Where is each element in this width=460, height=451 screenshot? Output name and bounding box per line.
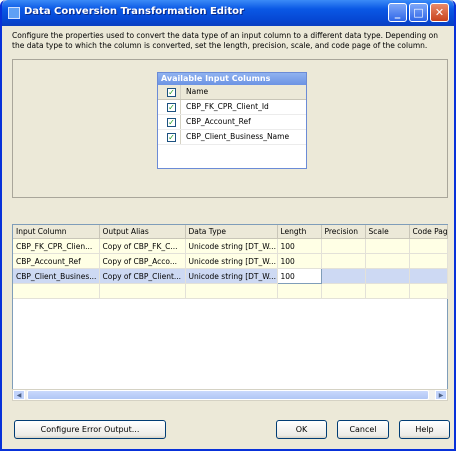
data-type-cell[interactable]: Unicode string [DT_W...	[185, 238, 278, 254]
column-name: CBP_FK_CPR_Client_Id	[186, 102, 269, 111]
precision-cell[interactable]	[321, 238, 366, 254]
available-header-row: ✓ Name	[158, 85, 306, 100]
code-page-cell[interactable]	[409, 238, 448, 254]
editor-window: Data Conversion Transformation Editor _ …	[0, 0, 456, 451]
scale-cell[interactable]	[365, 238, 410, 254]
available-column-item[interactable]: ✓ CBP_Account_Ref	[158, 115, 306, 130]
data-type-cell[interactable]: Unicode string [DT_W...	[185, 268, 278, 284]
length-cell[interactable]: 100	[277, 238, 322, 254]
available-columns-title: Available Input Columns	[158, 73, 306, 85]
empty-cell[interactable]	[99, 283, 186, 299]
title-bar[interactable]: Data Conversion Transformation Editor _ …	[2, 0, 454, 26]
scale-cell[interactable]	[365, 268, 410, 284]
column-checkbox[interactable]: ✓	[167, 118, 176, 127]
scroll-thumb[interactable]	[27, 390, 429, 400]
minimize-icon[interactable]: _	[388, 3, 407, 22]
column-header[interactable]: Precision	[321, 225, 366, 239]
table-row[interactable]: CBP_FK_CPR_Clien... Copy of CBP_FK_C... …	[13, 238, 448, 254]
conversion-grid[interactable]: Input Column Output Alias Data Type Leng…	[12, 224, 448, 401]
output-alias-cell[interactable]: Copy of CBP_Acco...	[99, 253, 186, 269]
help-button[interactable]: Help	[399, 420, 450, 439]
app-icon	[8, 7, 20, 19]
empty-cell[interactable]	[365, 283, 410, 299]
column-name: CBP_Client_Business_Name	[186, 132, 290, 141]
input-column-cell[interactable]: CBP_Account_Ref	[13, 253, 100, 269]
length-cell[interactable]: 100	[277, 253, 322, 269]
empty-cell[interactable]	[185, 283, 278, 299]
scale-cell[interactable]	[365, 253, 410, 269]
data-type-cell[interactable]: Unicode string [DT_W...	[185, 253, 278, 269]
length-edit-input[interactable]: 100	[276, 268, 322, 284]
column-header[interactable]: Output Alias	[99, 225, 186, 239]
empty-cell[interactable]	[277, 283, 322, 299]
input-column-cell[interactable]: CBP_Client_Busines...	[13, 268, 100, 284]
horizontal-scrollbar[interactable]: ◀ ▶	[12, 389, 448, 401]
code-page-cell[interactable]	[409, 268, 448, 284]
output-alias-cell[interactable]: Copy of CBP_Client...	[99, 268, 186, 284]
column-checkbox[interactable]: ✓	[167, 133, 176, 142]
scroll-right-icon[interactable]: ▶	[435, 390, 447, 400]
window-title: Data Conversion Transformation Editor	[24, 6, 244, 17]
configure-error-output-button[interactable]: Configure Error Output...	[14, 420, 166, 439]
available-input-columns[interactable]: Available Input Columns ✓ Name ✓ CBP_FK_…	[157, 72, 307, 169]
scroll-left-icon[interactable]: ◀	[13, 390, 25, 400]
column-header[interactable]: Data Type	[185, 225, 278, 239]
available-column-item[interactable]: ✓ CBP_FK_CPR_Client_Id	[158, 100, 306, 115]
column-header[interactable]: Length	[277, 225, 322, 239]
output-alias-cell[interactable]: Copy of CBP_FK_C...	[99, 238, 186, 254]
maximize-icon[interactable]: □	[409, 3, 428, 22]
ok-button[interactable]: OK	[276, 420, 327, 439]
column-header[interactable]: Scale	[365, 225, 410, 239]
new-row[interactable]	[13, 283, 448, 299]
code-page-cell[interactable]	[409, 253, 448, 269]
empty-cell[interactable]	[13, 283, 100, 299]
input-column-cell[interactable]: CBP_FK_CPR_Clien...	[13, 238, 100, 254]
grid-header-row: Input Column Output Alias Data Type Leng…	[13, 225, 448, 239]
table-row-selected[interactable]: CBP_Client_Busines... Copy of CBP_Client…	[13, 268, 448, 284]
precision-cell[interactable]	[321, 253, 366, 269]
close-icon[interactable]: ✕	[430, 3, 449, 22]
empty-cell[interactable]	[409, 283, 448, 299]
table-row[interactable]: CBP_Account_Ref Copy of CBP_Acco... Unic…	[13, 253, 448, 269]
select-all-checkbox[interactable]: ✓	[167, 88, 176, 97]
description-text: Configure the properties used to convert…	[12, 31, 438, 50]
column-header[interactable]: Code Page	[409, 225, 448, 239]
column-checkbox[interactable]: ✓	[167, 103, 176, 112]
cancel-button[interactable]: Cancel	[337, 420, 389, 439]
column-header[interactable]: Input Column	[13, 225, 100, 239]
precision-cell[interactable]	[321, 268, 366, 284]
column-name: CBP_Account_Ref	[186, 117, 251, 126]
name-column-header: Name	[186, 87, 209, 96]
available-column-item[interactable]: ✓ CBP_Client_Business_Name	[158, 130, 306, 145]
empty-cell[interactable]	[321, 283, 366, 299]
